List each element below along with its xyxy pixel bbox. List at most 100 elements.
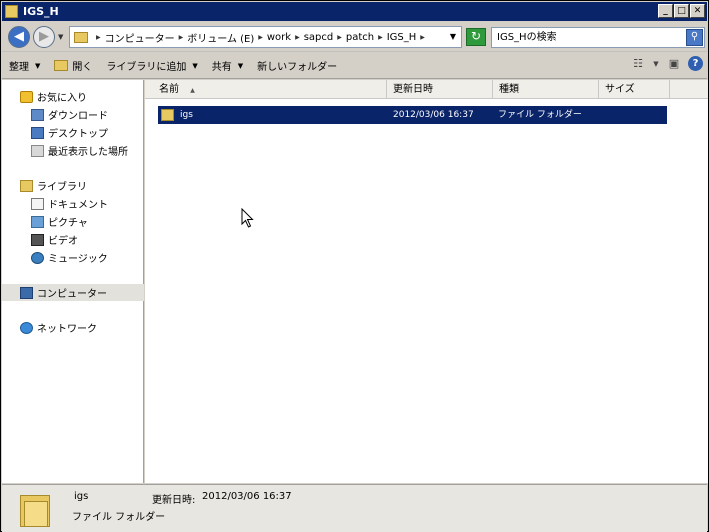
- details-type: ファイル フォルダー: [72, 512, 166, 523]
- open-button[interactable]: 開く: [47, 56, 99, 76]
- sidebar-item-label: お気に入り: [37, 93, 87, 104]
- maximize-button[interactable]: □: [674, 4, 689, 18]
- sidebar-item-label: コンピューター: [37, 289, 107, 300]
- back-arrow-icon: ◀: [14, 29, 24, 44]
- library-icon: [20, 179, 33, 192]
- chevron-right-icon[interactable]: ▶: [337, 34, 342, 41]
- column-header-label: 種類: [499, 84, 519, 95]
- details-pane: igs ファイル フォルダー 更新日時: 2012/03/06 16:37: [2, 484, 707, 532]
- videos-icon: [31, 233, 44, 246]
- recent-places-icon: [31, 144, 44, 157]
- computer-icon: [20, 286, 33, 299]
- chevron-right-icon[interactable]: ▶: [295, 34, 300, 41]
- chevron-right-icon[interactable]: ▶: [96, 34, 101, 41]
- breadcrumb-work[interactable]: work: [267, 32, 291, 43]
- sidebar-item-recent-places[interactable]: 最近表示した場所: [31, 142, 141, 159]
- sidebar-item-label: 最近表示した場所: [48, 147, 128, 158]
- new-folder-label: 新しいフォルダー: [257, 62, 338, 73]
- sidebar-item-label: ネットワーク: [37, 324, 97, 335]
- search-icon: ⚲: [690, 31, 699, 42]
- column-header-type[interactable]: 種類: [493, 80, 599, 99]
- sidebar-item-downloads[interactable]: ダウンロード: [31, 106, 141, 123]
- address-dropdown-button[interactable]: ▼: [450, 32, 456, 41]
- explorer-window: IGS_H _ □ ✕ ◀ ▶ ▼ ▶ コンピューター ▶ ボリューム (E) …: [0, 0, 709, 532]
- details-date: 2012/03/06 16:37: [202, 491, 292, 502]
- details-name: igs: [74, 491, 89, 502]
- forward-arrow-icon: ▶: [39, 29, 49, 44]
- sort-ascending-icon: ▲: [190, 87, 195, 94]
- navigation-pane: お気に入り ダウンロード デスクトップ 最近表示した場所 ライブラリ ドキュメン…: [2, 80, 144, 483]
- organize-button[interactable]: 整理 ▼: [2, 56, 47, 76]
- column-header-size[interactable]: サイズ: [599, 80, 670, 99]
- new-folder-button[interactable]: 新しいフォルダー: [250, 56, 344, 76]
- sidebar-item-videos[interactable]: ビデオ: [31, 231, 141, 248]
- toolbar-right: ☷ ▼ ▣ ?: [630, 56, 703, 71]
- chevron-right-icon[interactable]: ▶: [420, 34, 425, 41]
- sidebar-item-label: デスクトップ: [48, 129, 108, 140]
- minimize-button[interactable]: _: [658, 4, 673, 18]
- share-button[interactable]: 共有 ▼: [205, 56, 250, 76]
- chevron-right-icon[interactable]: ▶: [378, 34, 383, 41]
- address-row: ◀ ▶ ▼ ▶ コンピューター ▶ ボリューム (E) ▶ work ▶ sap…: [2, 22, 707, 52]
- mouse-cursor-icon: [241, 208, 254, 228]
- downloads-icon: [31, 108, 44, 121]
- sidebar-item-label: ドキュメント: [48, 200, 108, 211]
- refresh-icon: ↻: [470, 29, 482, 43]
- back-button[interactable]: ◀: [8, 26, 30, 48]
- title-bar[interactable]: IGS_H _ □ ✕: [2, 2, 707, 21]
- view-options-icon[interactable]: ☷: [630, 57, 646, 71]
- network-icon: [20, 321, 33, 334]
- sidebar-item-label: ピクチャ: [48, 218, 88, 229]
- add-to-library-label: ライブラリに追加: [106, 62, 187, 73]
- column-header-modified[interactable]: 更新日時: [387, 80, 493, 99]
- search-button[interactable]: ⚲: [686, 29, 703, 46]
- breadcrumb-igs-h[interactable]: IGS_H: [387, 32, 417, 43]
- command-bar: 整理 ▼ 開く ライブラリに追加 ▼ 共有 ▼ 新しいフォルダー ☷ ▼ ▣ ?: [2, 53, 707, 79]
- column-header-row: 名前 ▲ 更新日時 種類 サイズ: [145, 80, 708, 99]
- documents-icon: [31, 197, 44, 210]
- sidebar-item-network[interactable]: ネットワーク: [20, 319, 140, 336]
- window-controls: _ □ ✕: [658, 4, 705, 18]
- column-header-label: 名前: [159, 84, 179, 95]
- star-icon: [20, 90, 33, 103]
- preview-pane-icon[interactable]: ▣: [666, 57, 682, 71]
- search-input[interactable]: [494, 29, 679, 46]
- chevron-right-icon[interactable]: ▶: [179, 34, 184, 41]
- breadcrumb-sapcd[interactable]: sapcd: [304, 32, 334, 43]
- sidebar-item-desktop[interactable]: デスクトップ: [31, 124, 141, 141]
- organize-label: 整理: [9, 62, 29, 73]
- sidebar-item-pictures[interactable]: ピクチャ: [31, 213, 141, 230]
- desktop-icon: [31, 126, 44, 139]
- forward-button[interactable]: ▶: [33, 26, 55, 48]
- sidebar-item-label: ライブラリ: [37, 182, 87, 193]
- help-icon[interactable]: ?: [688, 56, 703, 71]
- music-icon: [31, 251, 44, 264]
- folder-icon: [5, 5, 18, 18]
- open-label: 開く: [72, 62, 93, 73]
- breadcrumb-computer[interactable]: コンピューター: [105, 30, 175, 45]
- address-bar[interactable]: ▶ コンピューター ▶ ボリューム (E) ▶ work ▶ sapcd ▶ p…: [69, 26, 462, 48]
- sidebar-item-computer[interactable]: コンピューター: [2, 284, 144, 301]
- breadcrumb-patch[interactable]: patch: [346, 32, 374, 43]
- add-to-library-button[interactable]: ライブラリに追加 ▼: [99, 56, 204, 76]
- sidebar-item-label: ミュージック: [48, 254, 108, 265]
- sidebar-item-libraries[interactable]: ライブラリ: [20, 177, 140, 194]
- close-button[interactable]: ✕: [690, 4, 705, 18]
- column-header-name[interactable]: 名前 ▲: [153, 80, 387, 99]
- folder-icon: [54, 60, 69, 71]
- chevron-down-icon[interactable]: ▼: [652, 57, 660, 71]
- breadcrumb-volume-e[interactable]: ボリューム (E): [187, 30, 254, 45]
- refresh-button[interactable]: ↻: [466, 28, 486, 46]
- breadcrumb: ▶ コンピューター ▶ ボリューム (E) ▶ work ▶ sapcd ▶ p…: [92, 30, 429, 45]
- sidebar-item-documents[interactable]: ドキュメント: [31, 195, 141, 212]
- file-type: ファイル フォルダー: [498, 110, 582, 120]
- recent-pages-dropdown[interactable]: ▼: [58, 33, 63, 41]
- details-date-label: 更新日時:: [152, 495, 196, 506]
- chevron-down-icon: ▼: [192, 61, 198, 70]
- folder-icon: [74, 31, 88, 43]
- sidebar-item-music[interactable]: ミュージック: [31, 249, 141, 266]
- sidebar-item-label: ビデオ: [48, 236, 78, 247]
- sidebar-item-favorites[interactable]: お気に入り: [20, 88, 140, 105]
- chevron-right-icon[interactable]: ▶: [258, 34, 263, 41]
- table-row[interactable]: igs 2012/03/06 16:37 ファイル フォルダー: [158, 106, 667, 124]
